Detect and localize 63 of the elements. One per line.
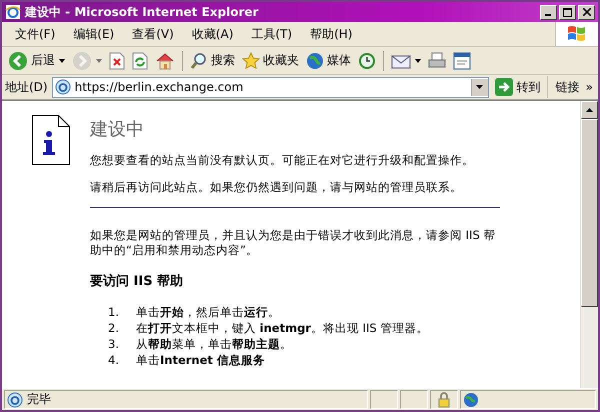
menu-item[interactable]: 收藏(A) bbox=[182, 24, 242, 44]
browser-icon bbox=[5, 4, 21, 20]
more-button[interactable]: » bbox=[586, 80, 595, 94]
edit-icon bbox=[453, 52, 471, 70]
maximize-button[interactable] bbox=[559, 4, 576, 20]
home-icon bbox=[155, 52, 175, 70]
step-number: 2. bbox=[108, 320, 120, 336]
dropdown-button[interactable] bbox=[470, 78, 488, 96]
address-field[interactable]: https://berlin.exchange.com bbox=[52, 76, 489, 98]
message-text: 您想要查看的站点当前没有默认页。可能正在对它进行升级和配置操作。 bbox=[90, 153, 475, 168]
menu-item[interactable]: 工具(T) bbox=[242, 24, 302, 44]
scroll-thumb[interactable] bbox=[581, 119, 598, 307]
caret-icon bbox=[586, 108, 593, 112]
admin-note: 如果您是网站的管理员，并且认为您是由于错误才收到此消息，请参阅 IIS 帮助中的“启用和禁用动态内容”。 bbox=[90, 228, 496, 258]
search-button[interactable]: 搜索 bbox=[187, 48, 238, 72]
minimize-button[interactable] bbox=[540, 4, 557, 20]
step-text: 单击Internet 信息服务 bbox=[136, 352, 265, 368]
caret-icon bbox=[96, 58, 102, 62]
window-title: 建设中 - Microsoft Internet Explorer bbox=[25, 4, 260, 20]
menu-item[interactable]: 编辑(E) bbox=[64, 24, 124, 44]
caret-icon bbox=[415, 58, 421, 62]
step-text: 在打开文本框中，键入 inetmgr。将出现 IIS 管理器。 bbox=[136, 320, 428, 336]
menu-item[interactable]: 文件(F) bbox=[6, 24, 64, 44]
go-button[interactable]: 转到 bbox=[492, 76, 548, 98]
globe-icon bbox=[463, 392, 479, 408]
maximize-icon bbox=[563, 8, 572, 16]
caret-icon bbox=[476, 85, 484, 89]
refresh-icon bbox=[132, 52, 148, 70]
page-icon bbox=[54, 79, 71, 95]
windows-flag-icon bbox=[566, 24, 588, 44]
status-text: 完毕 bbox=[27, 391, 51, 408]
caret-icon bbox=[59, 58, 65, 62]
message-text: 请稍后再访问此站点。如果您仍然遇到问题，请与网站的管理员联系。 bbox=[90, 180, 463, 195]
address-label: 地址(D) bbox=[5, 78, 48, 96]
media-button[interactable]: 媒体 bbox=[303, 48, 354, 72]
step-number: 3. bbox=[108, 336, 120, 352]
help-heading: 要访问 IIS 帮助 bbox=[90, 272, 184, 290]
globe-icon bbox=[306, 52, 324, 70]
step-number: 1. bbox=[108, 304, 120, 320]
star-icon bbox=[242, 52, 260, 70]
info-document-icon bbox=[32, 115, 70, 165]
stop-icon bbox=[109, 52, 125, 70]
search-icon bbox=[190, 52, 208, 70]
clock-icon bbox=[358, 52, 376, 70]
page-icon bbox=[7, 392, 23, 408]
favorites-button[interactable]: 收藏夹 bbox=[239, 48, 302, 72]
status-panel bbox=[370, 390, 398, 409]
mail-icon bbox=[391, 52, 411, 68]
scrollbar[interactable] bbox=[580, 101, 598, 388]
page-heading: 建设中 bbox=[90, 118, 145, 141]
close-button[interactable] bbox=[578, 4, 595, 20]
menu-item[interactable]: 帮助(H) bbox=[301, 24, 362, 44]
step-number: 4. bbox=[108, 352, 120, 368]
close-icon bbox=[582, 8, 590, 16]
back-button[interactable]: 后退 bbox=[5, 48, 68, 72]
scroll-up-button[interactable] bbox=[581, 101, 598, 119]
menu-item[interactable]: 查看(V) bbox=[123, 24, 183, 44]
lock-icon bbox=[438, 392, 450, 408]
step-text: 从帮助菜单，单击帮助主题。 bbox=[136, 336, 292, 352]
printer-icon bbox=[428, 52, 446, 70]
status-panel bbox=[400, 390, 428, 409]
links-button[interactable]: 链接 bbox=[552, 78, 582, 96]
step-text: 单击开始，然后单击运行。 bbox=[136, 304, 280, 320]
